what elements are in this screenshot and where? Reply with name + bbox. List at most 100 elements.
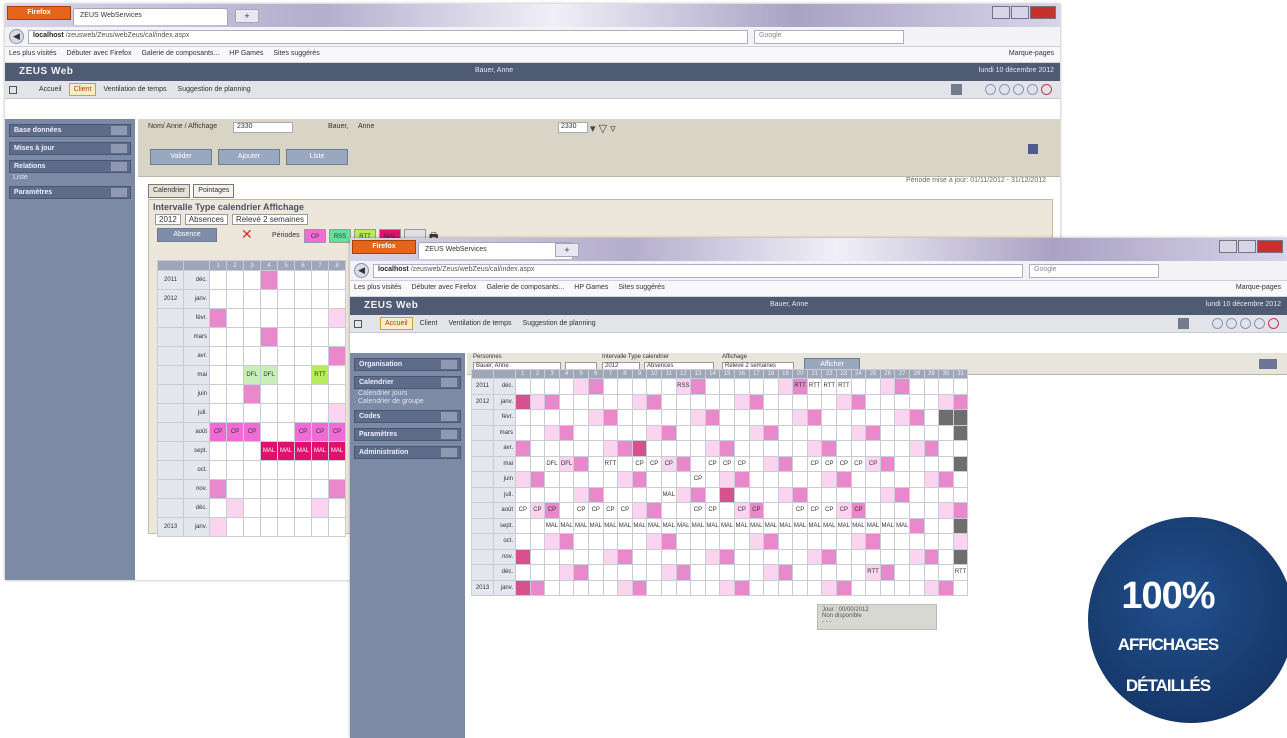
day-cell[interactable] bbox=[938, 486, 954, 503]
valider-button[interactable]: Valider bbox=[150, 149, 212, 165]
day-cell[interactable] bbox=[777, 548, 794, 565]
bookmark-item[interactable]: Galerie de composants... bbox=[486, 284, 564, 291]
day-cell[interactable] bbox=[226, 517, 244, 537]
day-cell[interactable] bbox=[587, 409, 604, 426]
day-cell[interactable] bbox=[777, 579, 794, 596]
refresh-icon[interactable] bbox=[1254, 318, 1265, 329]
day-cell[interactable] bbox=[879, 579, 896, 596]
day-cell[interactable] bbox=[515, 393, 531, 410]
day-cell[interactable] bbox=[748, 393, 765, 410]
day-cell[interactable] bbox=[763, 533, 779, 550]
day-cell[interactable] bbox=[311, 308, 329, 328]
day-cell[interactable] bbox=[260, 460, 278, 480]
sidebar-item-toggle[interactable] bbox=[111, 188, 127, 197]
bookmark-item[interactable]: Débuter avec Firefox bbox=[66, 50, 131, 57]
day-cell[interactable] bbox=[938, 378, 954, 395]
day-cell[interactable] bbox=[602, 409, 619, 426]
day-cell[interactable]: CP bbox=[515, 502, 531, 519]
day-cell[interactable] bbox=[226, 441, 244, 461]
day-cell[interactable] bbox=[277, 479, 295, 499]
day-cell[interactable] bbox=[763, 471, 779, 488]
info-icon[interactable] bbox=[1226, 318, 1237, 329]
day-cell[interactable] bbox=[209, 403, 227, 423]
day-cell[interactable]: MAL bbox=[836, 517, 852, 534]
day-cell[interactable] bbox=[733, 486, 750, 503]
day-cell[interactable] bbox=[328, 346, 346, 366]
day-cell[interactable] bbox=[806, 564, 823, 581]
day-cell[interactable]: MAL bbox=[792, 517, 808, 534]
day-cell[interactable] bbox=[529, 486, 546, 503]
day-cell[interactable] bbox=[894, 378, 911, 395]
day-cell[interactable] bbox=[704, 440, 721, 457]
day-cell[interactable] bbox=[660, 424, 677, 441]
day-cell[interactable]: RTT bbox=[311, 365, 329, 385]
day-cell[interactable] bbox=[763, 393, 779, 410]
day-cell[interactable] bbox=[515, 455, 531, 472]
day-cell[interactable] bbox=[277, 403, 295, 423]
day-cell[interactable] bbox=[226, 327, 244, 347]
day-cell[interactable] bbox=[850, 378, 867, 395]
bookmark-item[interactable]: Sites suggérés bbox=[273, 50, 319, 57]
day-cell[interactable]: CP bbox=[690, 502, 706, 519]
day-cell[interactable] bbox=[573, 471, 589, 488]
day-cell[interactable] bbox=[938, 533, 954, 550]
day-cell[interactable] bbox=[748, 455, 765, 472]
day-cell[interactable] bbox=[515, 471, 531, 488]
day-cell[interactable] bbox=[243, 403, 261, 423]
day-cell[interactable] bbox=[544, 440, 560, 457]
day-cell[interactable]: CP bbox=[748, 502, 765, 519]
day-cell[interactable] bbox=[277, 270, 295, 290]
day-cell[interactable] bbox=[894, 533, 911, 550]
day-cell[interactable] bbox=[792, 471, 808, 488]
day-cell[interactable] bbox=[675, 455, 692, 472]
day-cell[interactable] bbox=[806, 440, 823, 457]
day-cell[interactable]: RTT bbox=[836, 378, 852, 395]
day-cell[interactable] bbox=[631, 533, 648, 550]
day-cell[interactable] bbox=[243, 479, 261, 499]
sidebar-item[interactable]: Paramètres bbox=[9, 186, 131, 199]
day-cell[interactable] bbox=[529, 579, 546, 596]
day-cell[interactable] bbox=[821, 579, 838, 596]
day-cell[interactable] bbox=[646, 533, 662, 550]
day-cell[interactable] bbox=[821, 548, 838, 565]
day-cell[interactable] bbox=[226, 270, 244, 290]
day-cell[interactable]: MAL bbox=[879, 517, 896, 534]
day-cell[interactable] bbox=[529, 440, 546, 457]
bookmark-item[interactable]: HP Games bbox=[229, 50, 263, 57]
bookmarks-menu[interactable]: Marque-pages bbox=[1236, 284, 1281, 291]
day-cell[interactable] bbox=[529, 455, 546, 472]
day-cell[interactable] bbox=[763, 502, 779, 519]
day-cell[interactable] bbox=[850, 564, 867, 581]
day-cell[interactable]: CP bbox=[719, 455, 735, 472]
info-icon[interactable] bbox=[999, 84, 1010, 95]
day-cell[interactable] bbox=[777, 455, 794, 472]
day-cell[interactable] bbox=[209, 346, 227, 366]
day-cell[interactable]: MAL bbox=[617, 517, 633, 534]
day-cell[interactable] bbox=[277, 517, 295, 537]
bookmark-item[interactable]: Galerie de composants... bbox=[141, 50, 219, 57]
day-cell[interactable] bbox=[850, 486, 867, 503]
day-cell[interactable] bbox=[792, 440, 808, 457]
day-cell[interactable] bbox=[311, 289, 329, 309]
day-cell[interactable] bbox=[544, 579, 560, 596]
day-cell[interactable] bbox=[515, 579, 531, 596]
day-cell[interactable] bbox=[660, 502, 677, 519]
day-cell[interactable] bbox=[544, 378, 560, 395]
menu-item-accueil[interactable]: Accueil bbox=[380, 317, 413, 330]
day-cell[interactable]: RTT bbox=[792, 378, 808, 395]
day-cell[interactable] bbox=[631, 579, 648, 596]
display-select[interactable]: Relevé 2 semaines bbox=[231, 214, 308, 225]
day-cell[interactable] bbox=[243, 346, 261, 366]
day-cell[interactable] bbox=[631, 471, 648, 488]
day-cell[interactable] bbox=[850, 440, 867, 457]
day-cell[interactable] bbox=[865, 471, 881, 488]
day-cell[interactable] bbox=[733, 440, 750, 457]
absence-button[interactable]: Absence bbox=[157, 228, 217, 242]
day-cell[interactable] bbox=[806, 471, 823, 488]
day-cell[interactable] bbox=[675, 409, 692, 426]
day-cell[interactable] bbox=[226, 384, 244, 404]
day-cell[interactable] bbox=[690, 533, 706, 550]
day-cell[interactable]: CP bbox=[660, 455, 677, 472]
day-cell[interactable] bbox=[748, 409, 765, 426]
day-cell[interactable] bbox=[328, 289, 346, 309]
